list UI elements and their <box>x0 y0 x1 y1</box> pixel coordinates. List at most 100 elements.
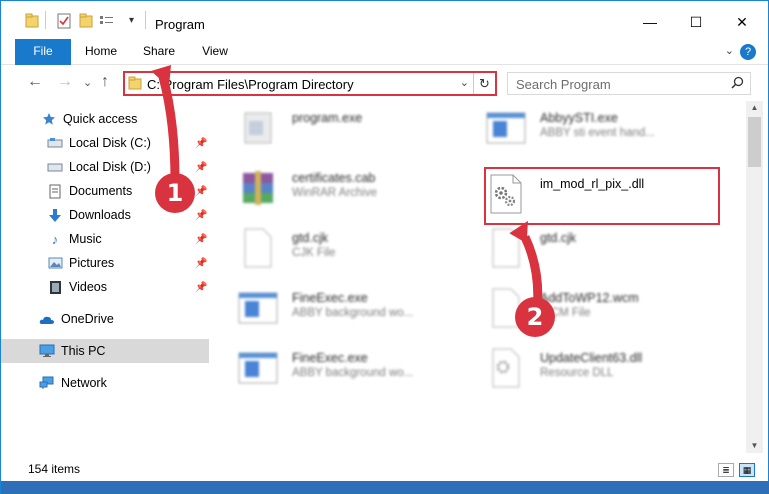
forward-button[interactable]: → <box>57 73 73 91</box>
up-button[interactable]: ↑ <box>101 73 109 91</box>
recent-locations-button[interactable]: ⌄ <box>83 76 92 89</box>
file-item[interactable]: program.exe <box>237 105 477 155</box>
file-item[interactable]: FineExec.exe ABBY background wo... <box>237 345 477 395</box>
file-name: AbbyySTI.exe <box>540 111 618 125</box>
file-explorer-window: ▾ Program — ☐ ✕ File Home Share View ⌄ ?… <box>0 0 769 494</box>
address-dropdown-icon[interactable]: ⌄ <box>460 76 469 89</box>
window-title: Program <box>155 17 205 32</box>
customize-toolbar-icon[interactable]: ▾ <box>129 15 134 31</box>
sidebar-item-videos[interactable]: Videos 📌 <box>1 275 209 299</box>
ribbon: File Home Share View ⌄ ? <box>1 39 768 89</box>
pin-icon[interactable]: 📌 <box>195 234 207 245</box>
navigation-bar: ← → ⌄ ↑ C:\Program Files\Program Directo… <box>1 65 768 101</box>
large-icons-view-button[interactable]: ▦ <box>739 463 755 477</box>
file-name: program.exe <box>292 111 363 125</box>
exe-file-icon <box>237 107 279 149</box>
sidebar-item-label: Pictures <box>69 256 115 270</box>
folder-icon <box>128 76 142 94</box>
step-marker-1: 1 <box>155 173 195 213</box>
file-item[interactable]: gtd.cjk CJK File <box>237 225 477 275</box>
sidebar-item-this-pc[interactable]: This PC <box>1 339 209 363</box>
pin-icon[interactable]: 📌 <box>195 258 207 269</box>
sidebar-item-label: Downloads <box>69 208 131 222</box>
maximize-button[interactable]: ☐ <box>673 7 719 37</box>
star-icon <box>41 111 57 127</box>
file-item[interactable]: AbbyySTI.exe ABBY sti event hand... <box>485 105 725 155</box>
sidebar-item-pictures[interactable]: Pictures 📌 <box>1 251 209 275</box>
application-icon <box>237 347 279 389</box>
file-list: program.exe AbbyySTI.exe ABBY sti event … <box>213 101 746 453</box>
sidebar-item-label: OneDrive <box>61 312 114 326</box>
pin-icon[interactable]: 📌 <box>195 210 207 221</box>
target-file-highlight <box>484 167 720 225</box>
sidebar-item-label: Music <box>69 232 102 246</box>
tab-view[interactable]: View <box>195 39 235 64</box>
file-name: certificates.cab <box>292 171 376 185</box>
title-bar: ▾ Program — ☐ ✕ <box>1 1 768 39</box>
file-item[interactable]: UpdateClient63.dll Resource DLL <box>485 345 725 395</box>
application-icon <box>485 107 527 149</box>
new-folder-icon[interactable] <box>79 13 93 29</box>
scroll-thumb[interactable] <box>748 117 761 167</box>
tab-home[interactable]: Home <box>79 39 123 64</box>
separator <box>45 11 46 29</box>
separator <box>145 11 146 29</box>
search-box[interactable]: Search Program <box>507 72 751 95</box>
step-marker-2: 2 <box>515 297 555 337</box>
folder-icon[interactable] <box>25 13 39 29</box>
file-type: WinRAR Archive <box>292 187 377 199</box>
generic-file-icon <box>237 227 279 269</box>
file-type: ABBY background wo... <box>292 307 414 319</box>
videos-icon <box>47 279 63 295</box>
view-options-icon[interactable] <box>99 13 115 29</box>
desktop-background <box>1 481 769 494</box>
sidebar-item-label: Videos <box>69 280 107 294</box>
file-type: ABBY background wo... <box>292 367 414 379</box>
cloud-icon <box>39 311 55 327</box>
application-icon <box>237 287 279 329</box>
file-item[interactable]: FineExec.exe ABBY background wo... <box>237 285 477 335</box>
search-icon <box>731 76 744 92</box>
vertical-scrollbar[interactable]: ▲ ▼ <box>746 101 763 453</box>
file-type: CJK File <box>292 247 336 259</box>
item-count: 154 items <box>28 462 81 476</box>
sidebar-item-label: Network <box>61 376 107 390</box>
pictures-icon <box>47 255 63 271</box>
sidebar-item-label: Local Disk (D:) <box>69 160 151 174</box>
back-button[interactable]: ← <box>27 73 43 91</box>
minimize-button[interactable]: — <box>627 7 673 37</box>
file-type: Resource DLL <box>540 367 614 379</box>
refresh-button[interactable]: ↻ <box>473 73 495 94</box>
close-button[interactable]: ✕ <box>719 7 765 37</box>
file-item[interactable]: certificates.cab WinRAR Archive <box>237 165 477 215</box>
computer-icon <box>39 343 55 359</box>
sidebar-item-onedrive[interactable]: OneDrive <box>1 307 209 331</box>
scroll-down-icon[interactable]: ▼ <box>746 439 763 453</box>
details-view-button[interactable]: ≣ <box>718 463 734 477</box>
music-icon: ♪ <box>51 231 59 247</box>
drive-icon <box>47 159 63 175</box>
file-type: ABBY sti event hand... <box>540 127 655 139</box>
documents-icon <box>47 183 63 199</box>
search-placeholder[interactable]: Search Program <box>516 77 611 92</box>
dll-gear-icon <box>485 347 527 389</box>
sidebar-item-label: Documents <box>69 184 133 198</box>
properties-icon[interactable] <box>57 13 71 29</box>
scroll-up-icon[interactable]: ▲ <box>746 101 763 115</box>
sidebar-item-label: This PC <box>61 344 106 358</box>
status-bar: 154 items ≣ ▦ <box>1 457 768 481</box>
sidebar-item-label: Local Disk (C:) <box>69 136 151 150</box>
archive-icon <box>237 167 279 209</box>
drive-icon <box>47 135 63 151</box>
sidebar-item-label: Quick access <box>63 112 138 126</box>
pin-icon[interactable]: 📌 <box>195 282 207 293</box>
help-icon[interactable]: ? <box>740 44 756 60</box>
downloads-icon <box>47 207 63 223</box>
file-name: FineExec.exe <box>292 291 368 305</box>
sidebar-item-music[interactable]: ♪ Music 📌 <box>1 227 209 251</box>
sidebar-item-network[interactable]: Network <box>1 371 209 395</box>
file-name: FineExec.exe <box>292 351 368 365</box>
expand-ribbon-icon[interactable]: ⌄ <box>725 44 734 57</box>
file-name: gtd.cjk <box>292 231 329 245</box>
file-name: UpdateClient63.dll <box>540 351 643 365</box>
